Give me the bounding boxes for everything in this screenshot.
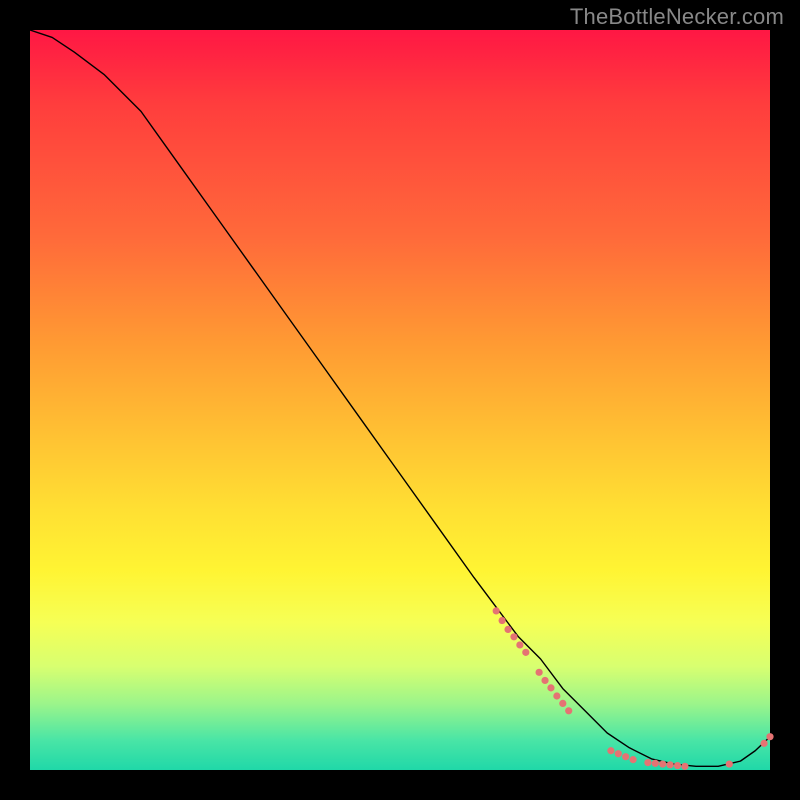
chart-marker xyxy=(766,733,773,740)
chart-marker xyxy=(510,633,517,640)
chart-marker xyxy=(541,677,548,684)
chart-marker xyxy=(681,763,688,770)
chart-marker xyxy=(674,762,681,769)
chart-marker xyxy=(760,740,767,747)
chart-marker xyxy=(559,700,566,707)
chart-plot-area xyxy=(30,30,770,770)
chart-line xyxy=(30,30,770,766)
chart-marker xyxy=(630,756,637,763)
chart-marker xyxy=(607,747,614,754)
chart-marker xyxy=(499,617,506,624)
chart-marker xyxy=(622,753,629,760)
chart-marker xyxy=(547,684,554,691)
chart-marker xyxy=(504,626,511,633)
chart-marker xyxy=(644,759,651,766)
chart-marker xyxy=(659,760,666,767)
chart-marker xyxy=(667,761,674,768)
chart-marker xyxy=(536,669,543,676)
chart-marker xyxy=(726,760,733,767)
chart-marker xyxy=(553,692,560,699)
chart-marker xyxy=(522,649,529,656)
chart-marker xyxy=(615,750,622,757)
chart-marker xyxy=(652,760,659,767)
chart-markers xyxy=(493,607,774,770)
chart-marker xyxy=(565,707,572,714)
chart-marker xyxy=(516,641,523,648)
attribution-label: TheBottleNecker.com xyxy=(570,4,784,30)
chart-svg xyxy=(30,30,770,770)
chart-marker xyxy=(493,607,500,614)
